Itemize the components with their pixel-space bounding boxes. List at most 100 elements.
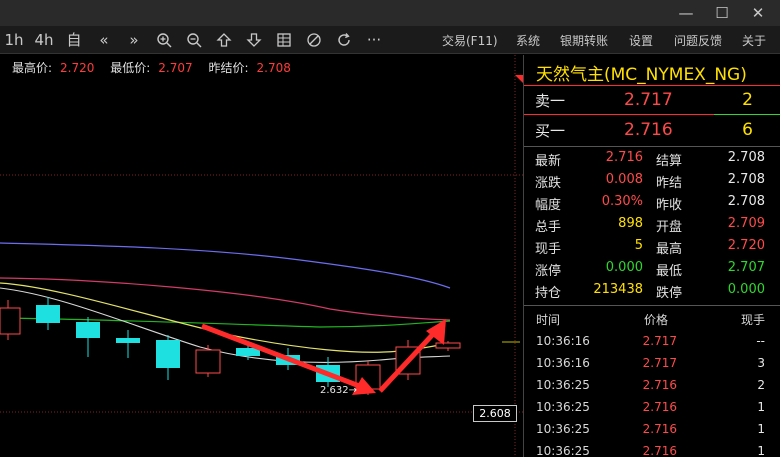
candle	[195, 349, 221, 374]
trade-price: 2.716	[642, 444, 677, 457]
candlestick-chart[interactable]: 最高价: 2.720 最低价: 2.707 昨结价: 2.708 2.632→ 2.6…	[0, 55, 523, 457]
trade-time: 10:36:25	[536, 422, 590, 436]
trade-volume: 3	[757, 356, 765, 370]
zoom-out-icon[interactable]	[182, 30, 206, 50]
stat-value: 2.708	[727, 172, 765, 187]
arrow-up-icon[interactable]	[212, 30, 236, 50]
quote-panel: 天然气主(MC_NYMEX_NG) 卖一 2.717 2 买一 2.716 6 …	[515, 55, 780, 457]
period-1h-button[interactable]: 1h	[2, 30, 26, 50]
stat-label: 跌停	[656, 286, 683, 301]
divider	[524, 305, 780, 306]
divider-green	[714, 114, 780, 115]
low-marker: 2.632→	[320, 385, 358, 396]
stat-label: 昨收	[656, 198, 683, 213]
trade-price: 2.716	[642, 378, 677, 392]
header-price: 价格	[644, 313, 669, 327]
stat-label: 最新	[535, 154, 562, 169]
annotation-arrows	[201, 319, 446, 395]
trade-volume: 1	[757, 422, 765, 436]
stat-label: 最低	[656, 264, 683, 279]
trade-time: 10:36:25	[536, 378, 590, 392]
period-4h-button[interactable]: 4h	[32, 30, 56, 50]
corner-marker	[515, 75, 523, 83]
quote-stat-row: 最新 2.716 结算 2.708	[524, 148, 780, 170]
ask-price: 2.717	[624, 90, 673, 110]
candle	[435, 342, 461, 349]
title-bar: — ☐ ✕	[0, 0, 780, 26]
draw-tool-icon[interactable]	[302, 30, 326, 50]
zoom-in-icon[interactable]	[152, 30, 176, 50]
stat-label: 开盘	[656, 220, 683, 235]
table-icon[interactable]	[272, 30, 296, 50]
price-summary: 最高价: 2.720 最低价: 2.707 昨结价: 2.708	[12, 59, 303, 76]
menu-about[interactable]: 关于	[742, 32, 766, 49]
trade-price: 2.716	[642, 400, 677, 414]
scroll-right-button[interactable]: »	[122, 30, 146, 50]
stat-label: 持仓	[535, 286, 562, 301]
stat-label: 幅度	[535, 198, 562, 213]
candle	[116, 338, 140, 343]
trade-row: 10:36:16 2.717 3	[524, 353, 780, 375]
stat-value: 2.708	[727, 194, 765, 209]
candle	[156, 340, 180, 368]
ma-line-red	[0, 277, 451, 321]
header-volume: 现手	[740, 313, 765, 327]
quote-stat-row: 涨跌 0.008 昨结 2.708	[524, 170, 780, 192]
ask-label: 卖一	[535, 92, 566, 110]
stat-label: 最高	[656, 242, 683, 257]
stat-label: 涨跌	[535, 176, 562, 191]
stat-label: 总手	[535, 220, 562, 235]
bid-volume: 6	[742, 120, 753, 140]
close-button[interactable]: ✕	[746, 3, 770, 23]
menu-system[interactable]: 系统	[516, 32, 540, 49]
trade-volume: --	[756, 334, 765, 348]
maximize-button[interactable]: ☐	[710, 3, 734, 23]
header-time: 时间	[536, 313, 561, 327]
trade-time: 10:36:25	[536, 444, 590, 457]
stat-value: 2.720	[727, 238, 765, 253]
quote-stat-row: 持仓 213438 跌停 0.000	[524, 280, 780, 302]
trade-time: 10:36:16	[536, 334, 590, 348]
prev-settle-label: 昨结价:	[208, 61, 249, 75]
menu-bank-transfer[interactable]: 银期转账	[560, 32, 608, 49]
minimize-button[interactable]: —	[674, 3, 698, 23]
instrument-title: 天然气主(MC_NYMEX_NG)	[536, 65, 747, 85]
more-icon[interactable]: ···	[362, 30, 386, 50]
arrow-down-icon[interactable]	[242, 30, 266, 50]
ma-line-blue	[0, 242, 451, 289]
trade-volume: 1	[757, 400, 765, 414]
bid-row[interactable]: 买一 2.716 6	[524, 116, 780, 144]
menu-settings[interactable]: 设置	[629, 32, 653, 49]
stat-value: 5	[634, 238, 643, 253]
candle	[76, 322, 100, 338]
stat-value: 898	[618, 216, 643, 231]
menu-trade[interactable]: 交易(F11)	[442, 32, 498, 49]
custom-period-button[interactable]: 自	[62, 30, 86, 50]
candle	[0, 307, 21, 335]
trade-volume: 1	[757, 444, 765, 457]
ma-line-green	[0, 317, 451, 328]
quote-stat-row: 涨停 0.000 最低 2.707	[524, 258, 780, 280]
stat-value: 2.709	[727, 216, 765, 231]
refresh-icon[interactable]	[332, 30, 356, 50]
scroll-left-button[interactable]: «	[92, 30, 116, 50]
trade-price: 2.717	[642, 356, 677, 370]
trades-header: 时间 价格 现手	[524, 308, 780, 330]
menu-feedback[interactable]: 问题反馈	[674, 32, 722, 49]
bid-price: 2.716	[624, 120, 673, 140]
divider	[524, 146, 780, 147]
candle	[36, 305, 60, 323]
low-value: 2.707	[158, 61, 193, 75]
trade-row: 10:36:25 2.716 2	[524, 375, 780, 397]
stat-label: 昨结	[656, 176, 683, 191]
high-value: 2.720	[60, 61, 95, 75]
bid-label: 买一	[535, 122, 566, 140]
quote-stat-row: 现手 5 最高 2.720	[524, 236, 780, 258]
trade-row: 10:36:25 2.716 1	[524, 419, 780, 441]
stat-value: 2.716	[605, 150, 643, 165]
stat-label: 结算	[656, 154, 683, 169]
stat-value: 0.000	[605, 260, 643, 275]
ask-row[interactable]: 卖一 2.717 2	[524, 86, 780, 114]
ma-line-yellow	[0, 282, 451, 353]
high-label: 最高价:	[12, 61, 53, 75]
